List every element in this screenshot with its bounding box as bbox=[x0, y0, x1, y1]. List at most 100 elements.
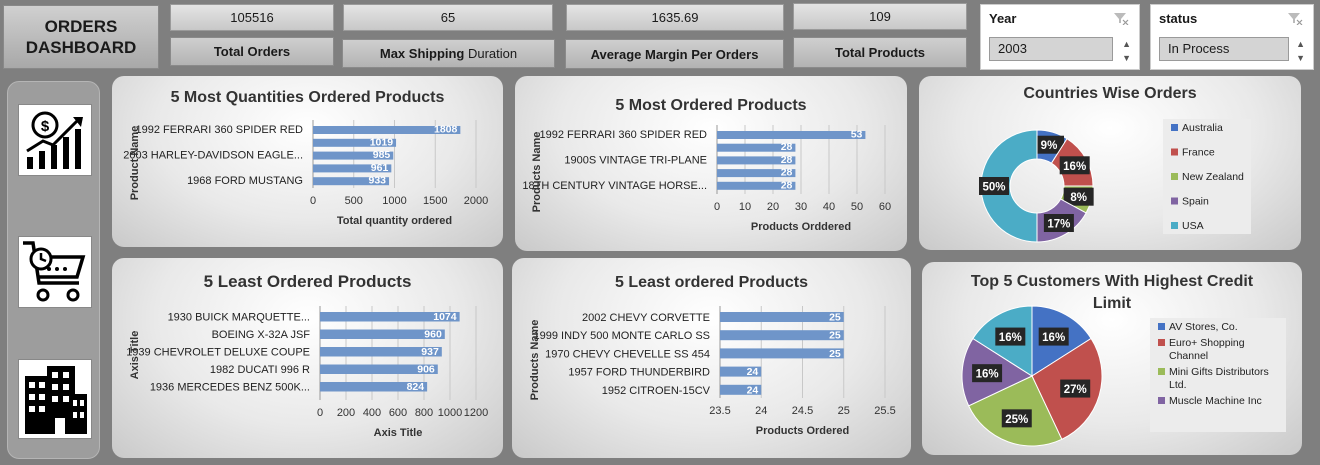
y-axis-title: Axis Title bbox=[129, 331, 141, 380]
scroll-down-icon[interactable]: ▼ bbox=[1296, 53, 1305, 63]
data-label: 28 bbox=[781, 167, 793, 179]
x-tick-label: 500 bbox=[345, 195, 363, 207]
data-label: 16% bbox=[1063, 161, 1086, 173]
x-tick-label: 24.5 bbox=[792, 405, 813, 417]
data-label: 24 bbox=[747, 384, 759, 396]
status-slicer: status In Process ▲ ▼ bbox=[1150, 4, 1314, 70]
category-label: 18TH CENTURY VINTAGE HORSE... bbox=[522, 180, 707, 192]
clear-filter-icon[interactable] bbox=[1113, 11, 1129, 28]
x-tick-label: 2000 bbox=[464, 195, 488, 207]
data-label: 985 bbox=[373, 149, 391, 161]
category-label: 1936 MERCEDES BENZ 500K... bbox=[150, 382, 310, 394]
dashboard-title: ORDERS DASHBOARD bbox=[3, 5, 159, 69]
data-label: 17% bbox=[1047, 219, 1070, 231]
data-label: 961 bbox=[371, 162, 389, 174]
scroll-down-icon[interactable]: ▼ bbox=[1122, 53, 1131, 63]
legend-label: Spain bbox=[1182, 196, 1209, 208]
data-label: 27% bbox=[1064, 384, 1087, 396]
bar bbox=[720, 348, 844, 359]
bar-chart-least-ordered-2: 23.5 24 24.5 25 25.5 25 2002 CHEVY CORVETTE 25 1… bbox=[529, 306, 896, 437]
category-label: 1930 BUICK MARQUETTE... bbox=[168, 312, 310, 324]
data-label: 824 bbox=[407, 381, 425, 393]
data-label: 24 bbox=[747, 366, 759, 378]
legend-swatch bbox=[1158, 339, 1165, 346]
kpi-average-margin-value: 1635.69 bbox=[566, 4, 784, 31]
kpi-total-orders-value: 105516 bbox=[170, 4, 334, 31]
category-label: 1992 FERRARI 360 SPIDER RED bbox=[539, 129, 707, 141]
kpi-max-shipping-value: 65 bbox=[343, 4, 553, 31]
data-label: 8% bbox=[1070, 192, 1087, 204]
chart-panel-countries: Countries Wise Orders 9% 16% 8% 17% 50% Austr… bbox=[919, 76, 1301, 250]
legend-swatch bbox=[1171, 124, 1178, 131]
legend-label: Euro+ Shopping bbox=[1169, 337, 1245, 349]
x-tick-label: 200 bbox=[337, 407, 355, 419]
category-label: 1957 FORD THUNDERBIRD bbox=[568, 367, 710, 379]
x-tick-label: 1200 bbox=[464, 407, 488, 419]
data-label: 16% bbox=[976, 369, 999, 381]
legend-swatch bbox=[1171, 222, 1178, 229]
x-axis-title: Total quantity ordered bbox=[337, 215, 452, 227]
bar-chart-most-quantities: 0 500 1000 1500 2000 1808 1992 FERRARI 360 SPI… bbox=[123, 120, 488, 227]
x-axis-title: Axis Title bbox=[374, 427, 423, 439]
year-slicer-title: Year bbox=[989, 11, 1017, 26]
legend-swatch bbox=[1171, 197, 1178, 205]
donut-chart-countries: 9% 16% 8% 17% 50% Australia France New Zealand S… bbox=[979, 119, 1251, 243]
status-option-selected[interactable]: In Process bbox=[1159, 37, 1289, 61]
scroll-up-icon[interactable]: ▲ bbox=[1122, 39, 1131, 49]
x-tick-label: 1000 bbox=[438, 407, 462, 419]
category-label: 1992 FERRARI 360 SPIDER RED bbox=[135, 124, 303, 136]
kpi-total-products-label: Total Products bbox=[793, 37, 967, 68]
x-tick-label: 25 bbox=[838, 405, 850, 417]
data-label: 25 bbox=[829, 348, 841, 360]
year-slicer: Year 2003 ▲ ▼ bbox=[980, 4, 1140, 70]
year-option-selected[interactable]: 2003 bbox=[989, 37, 1113, 61]
data-label: 937 bbox=[421, 346, 439, 358]
status-slicer-title: status bbox=[1159, 11, 1198, 26]
data-label: 16% bbox=[1042, 332, 1065, 344]
legend-swatch bbox=[1158, 323, 1165, 330]
kpi-total-products-value: 109 bbox=[793, 3, 967, 30]
x-tick-label: 20 bbox=[767, 201, 779, 213]
bar bbox=[720, 330, 844, 341]
category-label: 1900S VINTAGE TRI-PLANE bbox=[564, 154, 707, 166]
bar-chart-least-ordered: 0 200 400 600 800 1000 1200 1074 1930 BUICK MARQ… bbox=[126, 306, 488, 439]
revenue-chart-icon[interactable]: $ bbox=[18, 104, 92, 176]
category-label: 1982 DUCATI 996 R bbox=[210, 364, 310, 376]
y-axis-title: Products Name bbox=[531, 132, 543, 213]
x-tick-label: 0 bbox=[714, 201, 720, 213]
legend-label: France bbox=[1182, 147, 1215, 159]
chart-panel-most-ordered: 5 Most Ordered Products 0 10 20 30 40 50 60 53 1… bbox=[515, 76, 907, 251]
legend-label: Australia bbox=[1182, 122, 1223, 134]
shopping-cart-icon[interactable] bbox=[18, 236, 92, 308]
kpi-total-orders-label: Total Orders bbox=[170, 37, 334, 66]
legend-swatch bbox=[1171, 173, 1178, 180]
clear-filter-icon[interactable] bbox=[1287, 11, 1303, 28]
data-label: 1074 bbox=[433, 311, 457, 323]
chart-panel-least-ordered: 5 Least Ordered Products 0 200 400 600 800 10… bbox=[112, 258, 503, 458]
buildings-icon[interactable] bbox=[18, 359, 92, 439]
data-label: 933 bbox=[369, 175, 387, 187]
data-label: 28 bbox=[781, 179, 793, 191]
data-label: 16% bbox=[999, 332, 1022, 344]
legend-swatch bbox=[1158, 397, 1165, 404]
legend-label: Channel bbox=[1169, 350, 1208, 362]
category-label: 1952 CITROEN-15CV bbox=[602, 385, 711, 397]
x-tick-label: 24 bbox=[755, 405, 767, 417]
scroll-up-icon[interactable]: ▲ bbox=[1296, 39, 1305, 49]
x-tick-label: 400 bbox=[363, 407, 381, 419]
x-tick-label: 30 bbox=[795, 201, 807, 213]
legend-swatch bbox=[1158, 368, 1165, 375]
kpi-max-shipping-label: Max Shipping Duration bbox=[342, 39, 555, 68]
x-tick-label: 50 bbox=[851, 201, 863, 213]
x-tick-label: 1000 bbox=[382, 195, 406, 207]
chart-panel-most-quantities: 5 Most Quantities Ordered Products 0 500 1… bbox=[112, 76, 503, 247]
category-label: BOEING X-32A JSF bbox=[212, 329, 311, 341]
category-label: 2002 CHEVY CORVETTE bbox=[582, 312, 710, 324]
category-label: 2003 HARLEY-DAVIDSON EAGLE... bbox=[123, 150, 303, 162]
data-label: 50% bbox=[982, 182, 1005, 194]
svg-text:$: $ bbox=[41, 118, 50, 135]
x-tick-label: 23.5 bbox=[709, 405, 730, 417]
legend-label: Muscle Machine Inc bbox=[1169, 395, 1262, 407]
legend-label: New Zealand bbox=[1182, 171, 1244, 183]
category-label: 1939 CHEVROLET DELUXE COUPE bbox=[126, 347, 310, 359]
